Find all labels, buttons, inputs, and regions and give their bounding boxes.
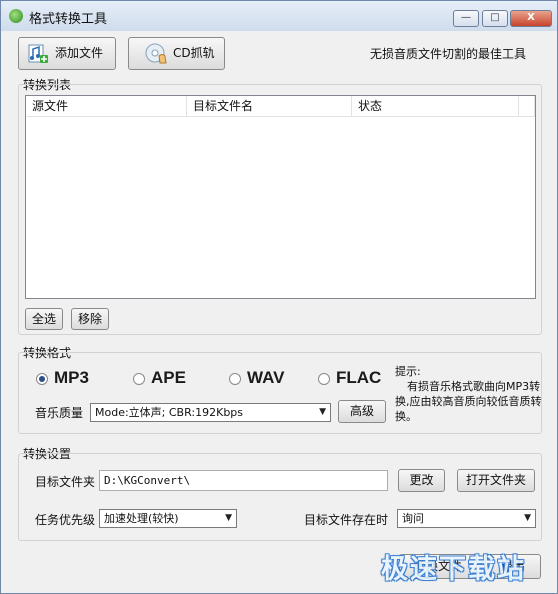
music-add-icon	[28, 44, 48, 63]
select-all-button[interactable]: 全选	[25, 308, 63, 330]
priority-label: 任务优先级	[35, 513, 96, 527]
format-mp3-label: MP3	[54, 368, 89, 387]
change-folder-button[interactable]: 更改	[398, 469, 445, 492]
chevron-down-icon: ▼	[225, 513, 232, 523]
close-button[interactable]: X	[510, 10, 552, 27]
quality-value: Mode:立体声; CBR:192Kbps	[95, 406, 244, 419]
file-exists-value: 询问	[402, 512, 424, 525]
radio-mp3[interactable]	[36, 373, 48, 385]
format-hint: 提示: 有损音乐格式歌曲向MP3转换,应由较高音质向较低音质转换。	[395, 364, 545, 424]
column-target-name[interactable]: 目标文件名	[187, 96, 352, 117]
file-exists-label: 目标文件存在时	[304, 513, 389, 527]
target-folder-label: 目标文件夹	[35, 475, 96, 489]
chevron-down-icon: ▼	[524, 513, 531, 523]
advanced-button[interactable]: 高级	[338, 400, 386, 423]
add-file-button[interactable]: 添加文件	[18, 37, 116, 70]
format-ape-label: APE	[151, 368, 186, 387]
maximize-button[interactable]: □	[482, 10, 508, 27]
file-exists-select[interactable]: 询问 ▼	[397, 509, 536, 528]
target-folder-input[interactable]: D:\KGConvert\	[99, 470, 388, 491]
remove-button[interactable]: 移除	[71, 308, 109, 330]
watermark-logo: 极速下载站	[381, 554, 526, 585]
priority-select[interactable]: 加速处理(较快) ▼	[99, 509, 237, 528]
hint-title: 提示:	[395, 365, 421, 378]
radio-wav[interactable]	[229, 373, 241, 385]
radio-flac[interactable]	[318, 373, 330, 385]
column-source-file[interactable]: 源文件	[26, 96, 187, 117]
cd-rip-button[interactable]: CD抓轨	[128, 37, 225, 70]
column-spacer	[519, 96, 535, 117]
quality-label: 音乐质量	[35, 406, 84, 420]
column-status[interactable]: 状态	[352, 96, 519, 117]
open-folder-button[interactable]: 打开文件夹	[457, 469, 535, 492]
cd-icon	[145, 43, 167, 64]
format-wav-label: WAV	[247, 368, 285, 387]
format-flac-label: FLAC	[336, 368, 382, 387]
hint-text: 有损音乐格式歌曲向MP3转换,应由较高音质向较低音质转换。	[395, 380, 542, 423]
window-title: 格式转换工具	[29, 12, 108, 27]
quality-select[interactable]: Mode:立体声; CBR:192Kbps ▼	[90, 403, 331, 422]
converter-window: 格式转换工具 — □ X 添加文件 CD抓轨 无损音质文件切割的最佳工具 转换列…	[0, 0, 558, 594]
chevron-down-icon: ▼	[319, 407, 326, 417]
app-icon	[9, 9, 23, 23]
priority-value: 加速处理(较快)	[104, 512, 179, 525]
convert-file-list[interactable]: 源文件 目标文件名 状态	[25, 95, 536, 299]
radio-ape[interactable]	[133, 373, 145, 385]
minimize-button[interactable]: —	[453, 10, 479, 27]
cd-rip-label: CD抓轨	[173, 46, 215, 60]
slogan-text: 无损音质文件切割的最佳工具	[370, 47, 527, 61]
title-bar[interactable]: 格式转换工具 — □ X	[1, 1, 557, 31]
add-file-label: 添加文件	[55, 46, 104, 60]
